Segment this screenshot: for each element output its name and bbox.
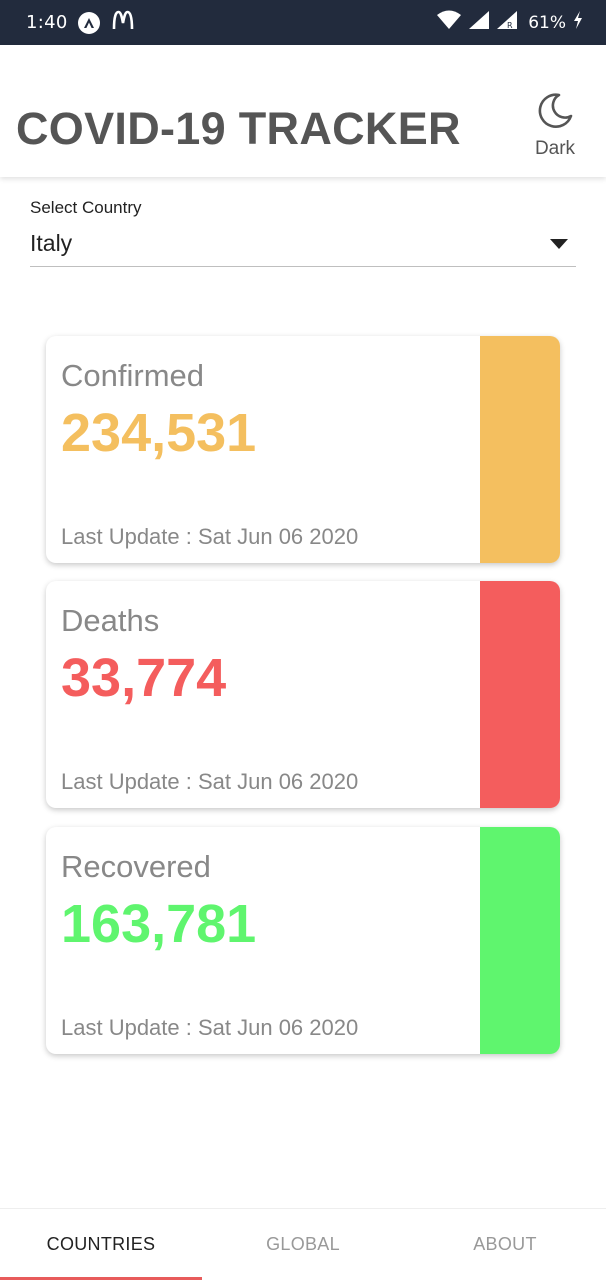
card-last-update: Last Update : Sat Jun 06 2020 [61,769,359,794]
card-value: 33,774 [61,648,227,708]
tab-countries[interactable]: COUNTRIES [0,1209,202,1280]
country-select-label: Select Country [30,198,142,217]
deaths-card: Deaths 33,774 Last Update : Sat Jun 06 2… [46,581,560,808]
tab-label: GLOBAL [266,1234,340,1254]
dark-mode-toggle[interactable]: Dark [532,91,578,160]
tab-about[interactable]: ABOUT [404,1209,606,1280]
card-last-update: Last Update : Sat Jun 06 2020 [61,1015,359,1040]
recovered-card: Recovered 163,781 Last Update : Sat Jun … [46,827,560,1054]
signal-roaming-icon: R [496,10,518,36]
wifi-icon [436,10,462,36]
charging-icon [572,10,584,36]
status-bar: 1:40 R 61% [0,0,606,45]
card-value: 234,531 [61,403,257,463]
tab-label: ABOUT [473,1234,537,1254]
moon-icon [535,91,575,136]
card-title: Confirmed [61,358,204,393]
status-left: 1:40 [26,10,134,35]
battery-percent: 61% [528,12,566,33]
dark-mode-label: Dark [534,138,576,159]
tab-global[interactable]: GLOBAL [202,1209,404,1280]
app-badge-icon [77,11,100,34]
signal-icon [468,10,490,36]
mcdonalds-icon [112,10,134,35]
app-header: COVID-19 TRACKER Dark [0,45,606,177]
card-last-update: Last Update : Sat Jun 06 2020 [61,524,359,549]
card-value: 163,781 [61,894,257,954]
svg-text:R: R [507,21,513,30]
card-title: Recovered [61,849,211,884]
caret-down-icon [550,236,568,254]
card-color-bar [480,336,560,563]
country-select-value: Italy [30,230,73,256]
status-time: 1:40 [26,12,68,33]
country-select[interactable]: Select Country Italy [30,198,576,267]
confirmed-card: Confirmed 234,531 Last Update : Sat Jun … [46,336,560,563]
status-right: R 61% [436,10,584,36]
card-color-bar [480,581,560,808]
bottom-nav: COUNTRIES GLOBAL ABOUT [0,1208,606,1280]
card-color-bar [480,827,560,1054]
card-title: Deaths [61,603,160,638]
page-title: COVID-19 TRACKER [16,103,461,154]
tab-label: COUNTRIES [46,1234,156,1254]
